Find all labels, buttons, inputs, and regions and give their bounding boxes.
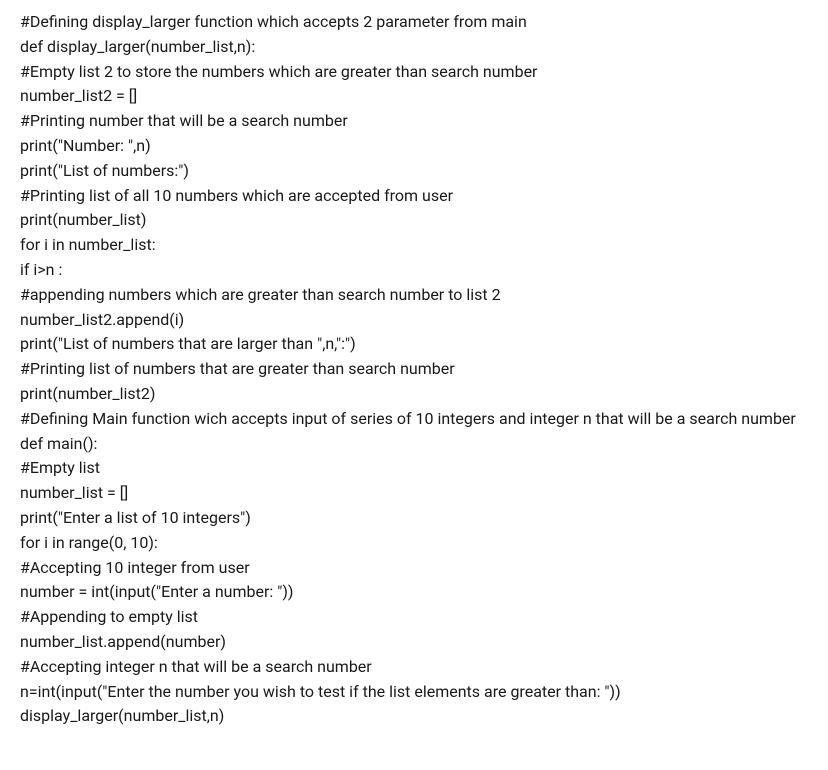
code-line: #Accepting integer n that will be a sear…	[20, 655, 808, 680]
code-line: print(number_list2)	[20, 382, 808, 407]
code-line: number_list = []	[20, 481, 808, 506]
code-line: print("Enter a list of 10 integers")	[20, 506, 808, 531]
code-line: number_list2 = []	[20, 84, 808, 109]
code-line: number_list2.append(i)	[20, 308, 808, 333]
code-line: #Defining display_larger function which …	[20, 10, 808, 35]
code-line: for i in number_list:	[20, 233, 808, 258]
code-line: #appending numbers which are greater tha…	[20, 283, 808, 308]
code-line: #Printing list of numbers that are great…	[20, 357, 808, 382]
code-line: print("List of numbers that are larger t…	[20, 332, 808, 357]
code-line: #Appending to empty list	[20, 605, 808, 630]
code-line: print(number_list)	[20, 208, 808, 233]
code-line: #Empty list 2 to store the numbers which…	[20, 60, 808, 85]
code-line: #Accepting 10 integer from user	[20, 556, 808, 581]
code-line: if i>n :	[20, 258, 808, 283]
code-line: number = int(input("Enter a number: "))	[20, 580, 808, 605]
code-line: for i in range(0, 10):	[20, 531, 808, 556]
code-line: n=int(input("Enter the number you wish t…	[20, 680, 808, 705]
code-line: #Empty list	[20, 456, 808, 481]
code-line: number_list.append(number)	[20, 630, 808, 655]
code-line: def display_larger(number_list,n):	[20, 35, 808, 60]
code-line: #Printing list of all 10 numbers which a…	[20, 184, 808, 209]
code-line: print("Number: ",n)	[20, 134, 808, 159]
code-line: #Printing number that will be a search n…	[20, 109, 808, 134]
code-line: #Defining Main function wich accepts inp…	[20, 407, 808, 432]
code-line: display_larger(number_list,n)	[20, 704, 808, 729]
code-block: #Defining display_larger function which …	[20, 10, 808, 729]
code-line: print("List of numbers:")	[20, 159, 808, 184]
code-line: def main():	[20, 432, 808, 457]
